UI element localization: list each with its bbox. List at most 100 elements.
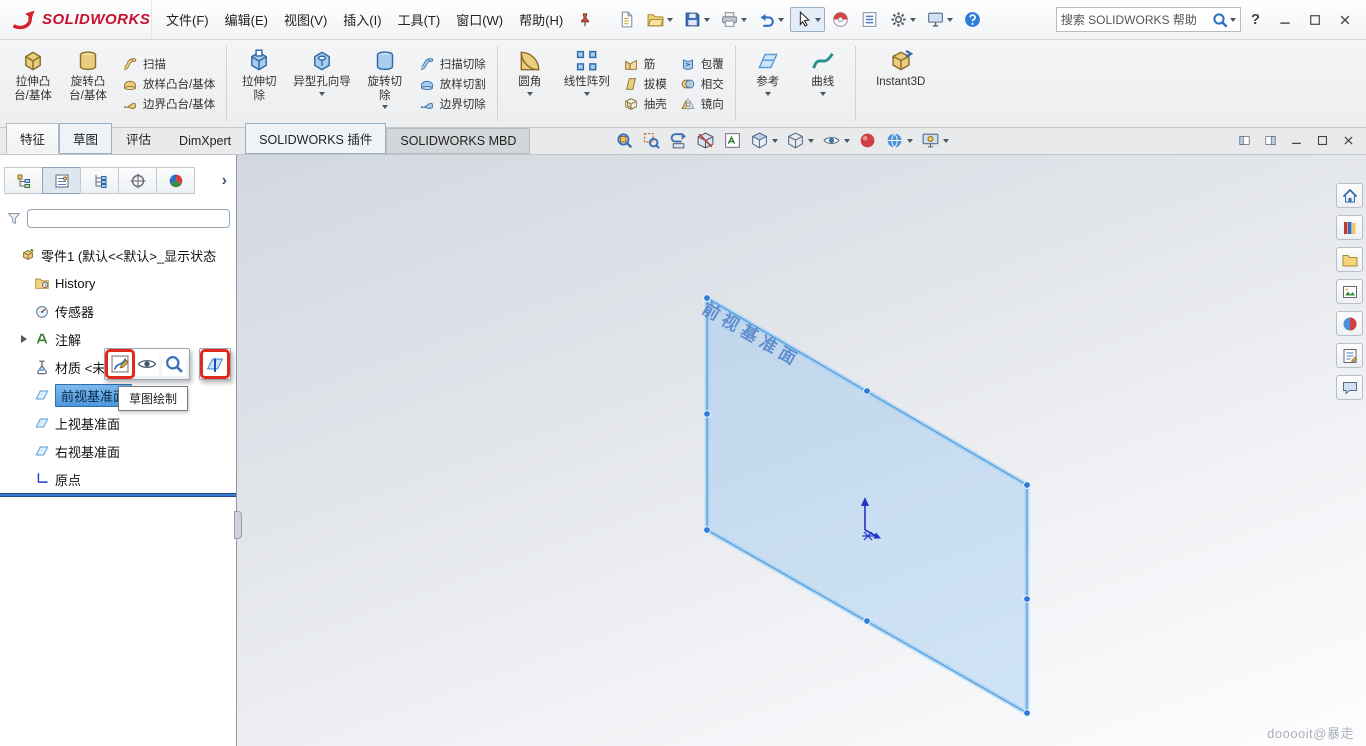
mirror-button[interactable]: 镜向 [676, 95, 728, 113]
task-scheduler-button[interactable] [856, 7, 883, 32]
taskpane-forum-button[interactable] [1336, 375, 1363, 400]
open-document-button[interactable] [642, 7, 677, 32]
options-button[interactable] [885, 7, 920, 32]
taskpane-appearances-button[interactable] [1336, 311, 1363, 336]
undo-button[interactable] [753, 7, 788, 32]
section-view-button[interactable] [693, 129, 718, 152]
tree-item-part-root[interactable]: 零件1 (默认<<默认>_显示状态 [0, 241, 236, 269]
revolved-boss-base-button[interactable]: 旋转凸台/基体 [61, 43, 115, 124]
apply-scene-button[interactable] [882, 129, 916, 152]
view-orientation-button[interactable] [747, 129, 781, 152]
instant3d-button[interactable]: Instant3D [861, 43, 941, 124]
tree-item-right-plane[interactable]: 右视基准面 [0, 437, 236, 465]
panel-flyout-chevron[interactable]: › [215, 172, 234, 190]
taskpane-custom-properties-button[interactable] [1336, 343, 1363, 368]
save-document-button[interactable] [679, 7, 714, 32]
panel-tab-featuremanager[interactable] [4, 167, 43, 194]
tree-item-origin[interactable]: 原点 [0, 465, 236, 493]
taskpane-home-button[interactable] [1336, 183, 1363, 208]
draft-button[interactable]: 拔模 [619, 75, 671, 93]
previous-view-button[interactable] [666, 129, 691, 152]
filter-input[interactable] [27, 209, 230, 228]
panel-tab-dimxpertmanager[interactable] [118, 167, 157, 194]
swept-boss-button[interactable]: 扫描 [118, 55, 219, 73]
normal-to-button[interactable] [203, 352, 227, 376]
panel-tab-configurationmanager[interactable] [80, 167, 119, 194]
search-input[interactable] [1061, 13, 1211, 27]
doc-close-button[interactable] [1338, 132, 1358, 149]
search-caret-icon[interactable] [1230, 18, 1236, 22]
print-document-button[interactable] [716, 7, 751, 32]
graphics-area[interactable]: 前视基准面 dooooit@暴走 [237, 155, 1366, 746]
panel-splitter-grip[interactable] [234, 511, 242, 539]
rollback-bar[interactable] [0, 493, 236, 497]
extruded-cut-button[interactable]: 拉伸切除 [232, 43, 286, 124]
rebuild-status-button[interactable] [827, 7, 854, 32]
linear-pattern-button[interactable]: 线性阵列 [558, 43, 616, 124]
panel-tab-propertymanager[interactable] [42, 167, 81, 194]
zoom-to-area-button[interactable] [639, 129, 664, 152]
hole-wizard-button[interactable]: 异型孔向导 [287, 43, 357, 124]
lofted-cut-button[interactable]: 放样切割 [415, 75, 490, 93]
expander-icon[interactable] [20, 335, 29, 344]
menu-tools[interactable]: 工具(T) [390, 4, 449, 35]
display-options-button[interactable] [922, 7, 957, 32]
shell-icon [623, 96, 639, 112]
menu-view[interactable]: 视图(V) [276, 4, 335, 35]
wrap-button[interactable]: 包覆 [676, 55, 728, 73]
panel-tab-displaymanager[interactable] [156, 167, 195, 194]
zoom-to-fit-button[interactable] [612, 129, 637, 152]
tree-item-history[interactable]: History [0, 269, 236, 297]
zoom-to-selection-button[interactable] [162, 352, 186, 376]
tree-item-top-plane[interactable]: 上视基准面 [0, 409, 236, 437]
doc-minimize-button[interactable] [1286, 132, 1306, 149]
select-tool-button[interactable] [790, 7, 825, 32]
taskpane-view-palette-button[interactable] [1336, 279, 1363, 304]
close-button[interactable] [1330, 8, 1360, 32]
extruded-boss-base-button[interactable]: 拉伸凸台/基体 [6, 43, 60, 124]
tab-mbd[interactable]: SOLIDWORKS MBD [386, 128, 530, 154]
tab-evaluate[interactable]: 评估 [112, 123, 165, 154]
help-button[interactable]: ? [1241, 9, 1270, 30]
fillet-button[interactable]: 圆角 [503, 43, 557, 124]
boundary-cut-button[interactable]: 边界切除 [415, 95, 490, 113]
hide-show-button[interactable] [135, 352, 159, 376]
taskpane-file-explorer-button[interactable] [1336, 247, 1363, 272]
doc-restore-button[interactable] [1312, 132, 1332, 149]
swept-cut-button[interactable]: 扫描切除 [415, 55, 490, 73]
hide-show-items-button[interactable] [819, 129, 853, 152]
menu-insert[interactable]: 插入(I) [335, 4, 389, 35]
menu-file[interactable]: 文件(F) [158, 4, 217, 35]
tile-left-button[interactable] [1234, 132, 1254, 149]
tile-right-button[interactable] [1260, 132, 1280, 149]
annotation-views-button[interactable] [720, 129, 745, 152]
display-style-button[interactable] [783, 129, 817, 152]
reference-geometry-button[interactable]: 参考 [741, 43, 795, 124]
revolved-cut-button[interactable]: 旋转切除 [358, 43, 412, 124]
menu-edit[interactable]: 编辑(E) [217, 4, 276, 35]
search-magnifier-icon[interactable] [1211, 11, 1229, 29]
lofted-boss-button[interactable]: 放样凸台/基体 [118, 75, 219, 93]
curves-button[interactable]: 曲线 [796, 43, 850, 124]
intersect-button[interactable]: 相交 [676, 75, 728, 93]
minimize-button[interactable] [1270, 8, 1300, 32]
tab-features[interactable]: 特征 [6, 123, 59, 154]
menu-window[interactable]: 窗口(W) [448, 4, 511, 35]
tab-addins[interactable]: SOLIDWORKS 插件 [245, 123, 386, 154]
tab-dimxpert[interactable]: DimXpert [165, 128, 245, 154]
taskpane-design-library-button[interactable] [1336, 215, 1363, 240]
menu-help[interactable]: 帮助(H) [511, 4, 571, 35]
tree-item-sensors[interactable]: 传感器 [0, 297, 236, 325]
edit-appearance-button[interactable] [855, 129, 880, 152]
view-settings-button[interactable] [918, 129, 952, 152]
boundary-boss-button[interactable]: 边界凸台/基体 [118, 95, 219, 113]
help-resources-button[interactable] [959, 7, 986, 32]
sketch-button[interactable] [108, 352, 132, 376]
new-document-button[interactable] [613, 7, 640, 32]
maximize-button[interactable] [1300, 8, 1330, 32]
rib-button[interactable]: 筋 [619, 55, 671, 73]
shell-button[interactable]: 抽壳 [619, 95, 671, 113]
pin-toolbar-button[interactable] [573, 10, 597, 30]
tab-sketch[interactable]: 草图 [59, 123, 112, 154]
context-toolbar-group2 [199, 348, 231, 380]
